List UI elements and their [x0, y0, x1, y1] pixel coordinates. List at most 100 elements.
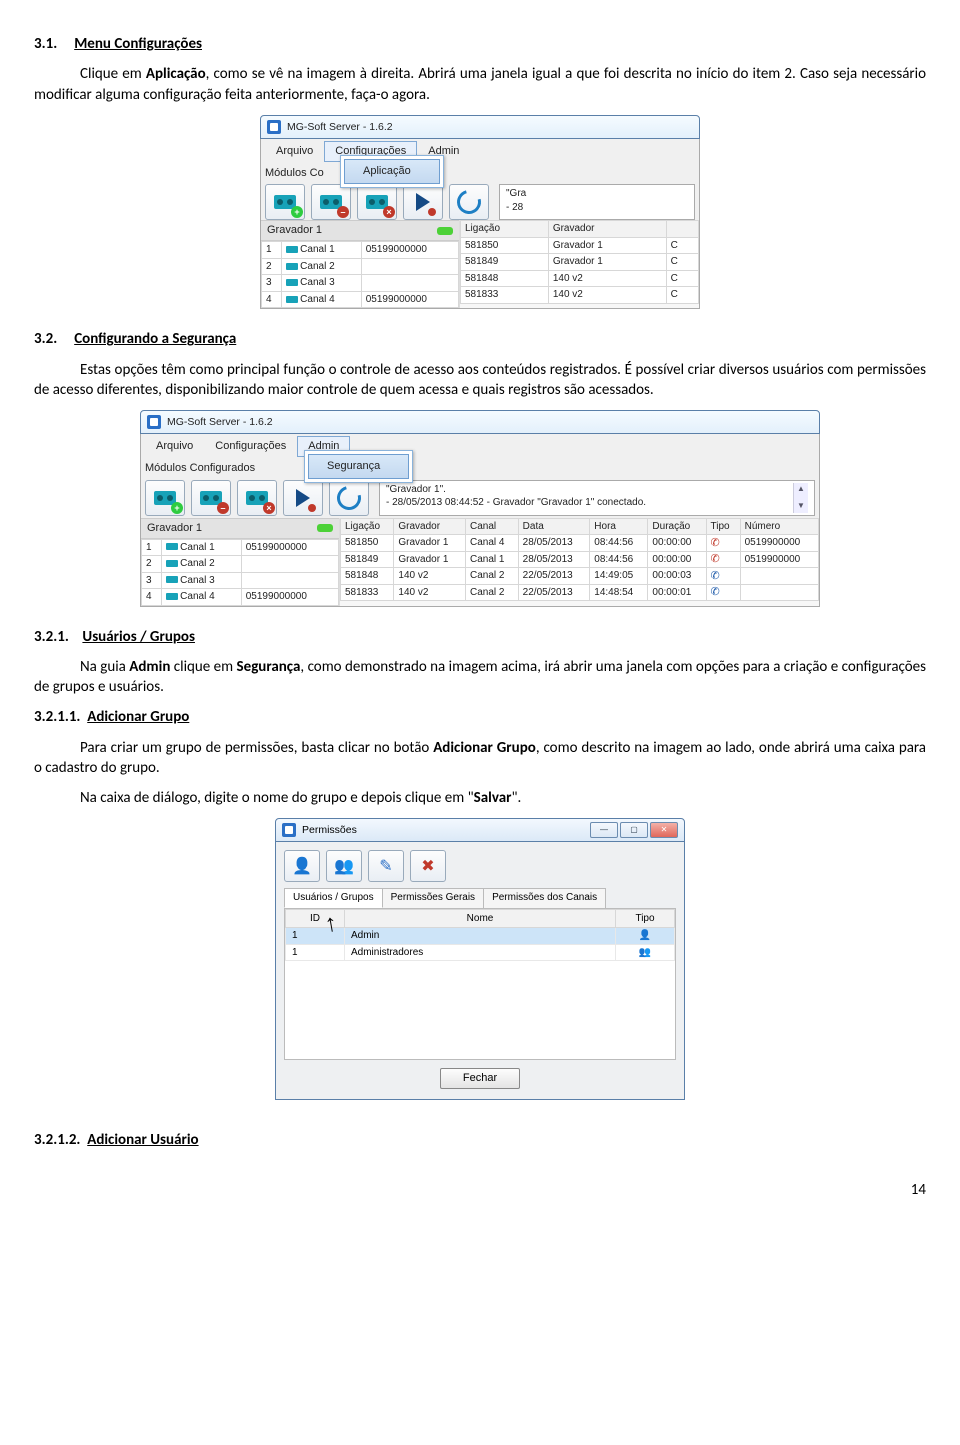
heading-3-2-1-1: 3.2.1.1. Adicionar Grupo: [34, 707, 926, 727]
window-titlebar: MG-Soft Server - 1.6.2: [140, 410, 820, 434]
app-icon: [282, 823, 296, 837]
delete-button[interactable]: ✖: [410, 850, 446, 882]
table-row[interactable]: 581850Gravador 1Canal 428/05/201308:44:5…: [341, 535, 819, 552]
toolbar-play-button[interactable]: [283, 480, 323, 516]
table-row[interactable]: 581849Gravador 1C: [461, 254, 699, 271]
text: Canal 2: [180, 558, 214, 569]
col-nome[interactable]: Nome: [345, 909, 616, 928]
submenu-item-seguranca[interactable]: Segurança: [308, 454, 409, 479]
menu-arquivo[interactable]: Arquivo: [265, 141, 324, 162]
table-row[interactable]: 1Canal 105199000000: [142, 539, 339, 556]
add-group-button[interactable]: 👥: [326, 850, 362, 882]
toolbar-add-button[interactable]: +: [145, 480, 185, 516]
cell: C: [666, 237, 698, 254]
chevron-up-icon: ▲: [797, 484, 805, 495]
refresh-icon: [333, 481, 366, 514]
right-panel: Ligação Gravador 581850Gravador 1C 58184…: [460, 220, 699, 308]
submenu-item-aplicacao[interactable]: Aplicação: [344, 159, 440, 184]
menu-arquivo[interactable]: Arquivo: [145, 436, 204, 457]
window-body: 👤 👥 ✎ ✖ ↑ Usuários / Grupos Permissões G…: [275, 842, 685, 1099]
heading-3-2-1-2: 3.2.1.2. Adicionar Usuário: [34, 1130, 926, 1150]
col-numero[interactable]: Número: [740, 518, 818, 535]
close-button[interactable]: Fechar: [440, 1068, 520, 1089]
cell: 581848: [341, 568, 394, 585]
channels-table: 1Canal 105199000000 2Canal 2 3Canal 3 4C…: [261, 241, 459, 308]
toolbar-remove-button[interactable]: –: [191, 480, 231, 516]
table-row[interactable]: 2Canal 2: [142, 556, 339, 573]
col-gravador[interactable]: Gravador: [548, 221, 666, 238]
toolbar-remove-button[interactable]: –: [311, 184, 351, 220]
toolbar-refresh-button[interactable]: [449, 184, 489, 220]
toolbar-refresh-button[interactable]: [329, 480, 369, 516]
content-split: Gravador 1 1Canal 105199000000 2Canal 2 …: [140, 518, 820, 607]
cell: 4: [262, 291, 282, 308]
cell: 581849: [461, 254, 549, 271]
table-row[interactable]: 581833140 v2Canal 222/05/201314:48:5400:…: [341, 584, 819, 601]
menu-configuracoes[interactable]: Configurações: [204, 436, 297, 457]
section-number: 3.2.: [34, 330, 57, 348]
toolbar-delete-button[interactable]: ×: [357, 184, 397, 220]
table-row[interactable]: 581833140 v2C: [461, 287, 699, 304]
refresh-icon: [453, 186, 486, 219]
cell: Canal 2: [162, 556, 242, 573]
cell: 05199000000: [241, 539, 338, 556]
table-row[interactable]: 1 Administradores 👥: [286, 944, 675, 961]
toolbar-delete-button[interactable]: ×: [237, 480, 277, 516]
col-id[interactable]: ID: [286, 909, 345, 928]
cell: Canal 4: [282, 291, 362, 308]
cell: 28/05/2013: [518, 551, 590, 568]
table-row[interactable]: 1 Admin 👤: [286, 928, 675, 945]
col-data[interactable]: Data: [518, 518, 590, 535]
table-row[interactable]: 3Canal 3: [262, 275, 459, 292]
table-row[interactable]: 581848140 v2C: [461, 270, 699, 287]
table-row[interactable]: 4Canal 405199000000: [262, 291, 459, 308]
window-title: MG-Soft Server - 1.6.2: [287, 120, 393, 134]
cassette-icon: [286, 263, 298, 270]
window-titlebar: Permissões — ▢ ✕: [275, 818, 685, 842]
cell: 581850: [341, 535, 394, 552]
window-maximize-button[interactable]: ▢: [620, 822, 648, 838]
cell: [740, 568, 818, 585]
col-hora[interactable]: Hora: [590, 518, 648, 535]
cell: 0519900000: [740, 535, 818, 552]
edit-button[interactable]: ✎: [368, 850, 404, 882]
col-ligacao[interactable]: Ligação: [461, 221, 549, 238]
add-user-button[interactable]: 👤: [284, 850, 320, 882]
cell: 581849: [341, 551, 394, 568]
table-row[interactable]: 3Canal 3: [142, 572, 339, 589]
status-line: - 28: [506, 201, 688, 215]
tab-usuarios-grupos[interactable]: Usuários / Grupos: [284, 888, 383, 908]
heading-3-2: 3.2. Configurando a Segurança: [34, 329, 926, 349]
col-duracao[interactable]: Duração: [648, 518, 706, 535]
tab-permissoes-gerais[interactable]: Permissões Gerais: [382, 888, 484, 908]
cell: 2: [262, 258, 282, 275]
text: Na guia: [80, 658, 129, 676]
col-ligacao[interactable]: Ligação: [341, 518, 394, 535]
col-tipo[interactable]: Tipo: [616, 909, 675, 928]
toolbar-add-button[interactable]: +: [265, 184, 305, 220]
toolbar-play-button[interactable]: [403, 184, 443, 220]
window-minimize-button[interactable]: —: [590, 822, 618, 838]
table-row[interactable]: 581848140 v2Canal 222/05/201314:49:0500:…: [341, 568, 819, 585]
col-canal[interactable]: Canal: [465, 518, 518, 535]
modules-label: Módulos Co: [265, 166, 324, 181]
text: Canal 1: [300, 244, 334, 255]
table-row[interactable]: 581849Gravador 1Canal 128/05/201308:44:5…: [341, 551, 819, 568]
x-icon: ×: [263, 502, 275, 514]
window-close-button[interactable]: ✕: [650, 822, 678, 838]
text: Clique em: [80, 65, 146, 83]
col-gravador[interactable]: Gravador: [394, 518, 466, 535]
window-controls: — ▢ ✕: [590, 822, 678, 838]
x-icon: ×: [383, 206, 395, 218]
tab-permissoes-canais[interactable]: Permissões dos Canais: [483, 888, 606, 908]
scrollbar-vertical[interactable]: ▲▼: [793, 483, 808, 513]
table-row[interactable]: 581850Gravador 1C: [461, 237, 699, 254]
col-tipo[interactable]: Tipo: [706, 518, 740, 535]
section-number: 3.1.: [34, 35, 57, 53]
cell: 👥: [616, 944, 675, 961]
cell: Gravador 1: [548, 237, 666, 254]
table-row[interactable]: 4Canal 405199000000: [142, 589, 339, 606]
table-row[interactable]: 1Canal 105199000000: [262, 242, 459, 259]
table-row[interactable]: 2Canal 2: [262, 258, 459, 275]
cell: 1: [262, 242, 282, 259]
